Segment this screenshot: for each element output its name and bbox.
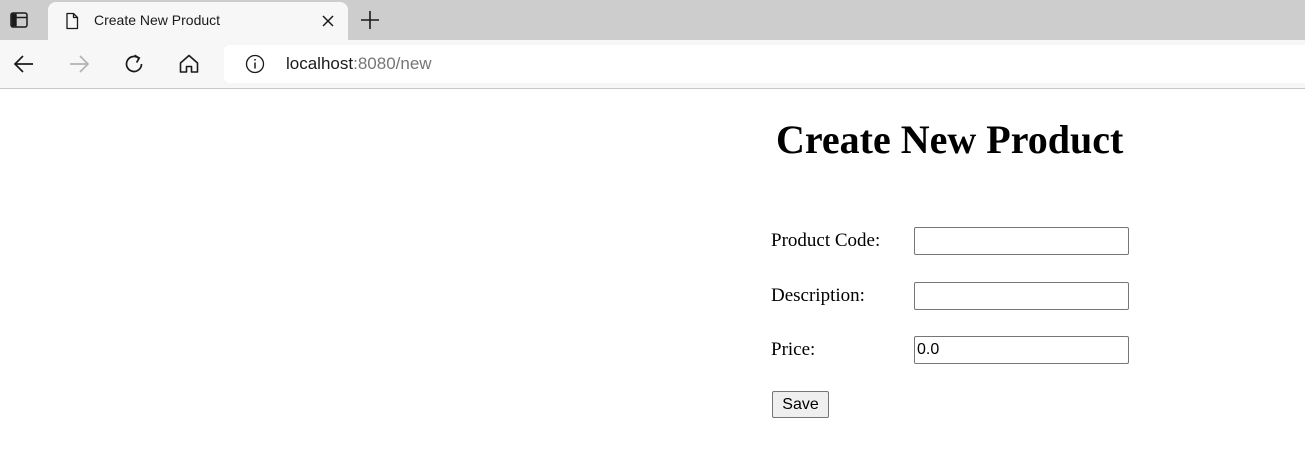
page-icon <box>66 12 79 30</box>
url-host: localhost <box>286 54 354 73</box>
home-icon[interactable] <box>176 51 202 77</box>
tab-actions-icon <box>10 12 28 28</box>
tab-actions-button[interactable] <box>0 0 38 40</box>
forward-arrow-icon[interactable] <box>66 51 92 77</box>
product-code-input[interactable] <box>914 227 1129 255</box>
tab-title: Create New Product <box>94 12 221 28</box>
info-icon[interactable] <box>244 53 266 75</box>
price-input[interactable] <box>914 336 1129 364</box>
browser-tab[interactable]: Create New Product <box>48 2 348 40</box>
page-content: Create New Product Product Code: Descrip… <box>0 89 1305 468</box>
description-input[interactable] <box>914 282 1129 310</box>
save-button[interactable]: Save <box>772 391 829 418</box>
plus-icon[interactable] <box>358 8 382 32</box>
address-url[interactable]: localhost:8080/new <box>286 54 432 74</box>
tab-strip: Create New Product <box>0 0 1305 40</box>
close-icon[interactable] <box>318 11 338 31</box>
product-code-label: Product Code: <box>771 230 881 251</box>
url-path: :8080/new <box>353 54 432 73</box>
browser-toolbar: localhost:8080/new <box>0 40 1305 89</box>
page-title: Create New Product <box>776 117 1124 162</box>
description-label: Description: <box>771 285 865 306</box>
address-bar[interactable]: localhost:8080/new <box>224 45 1305 83</box>
back-arrow-icon[interactable] <box>11 51 37 77</box>
price-label: Price: <box>771 339 816 360</box>
reload-icon[interactable] <box>121 51 147 77</box>
